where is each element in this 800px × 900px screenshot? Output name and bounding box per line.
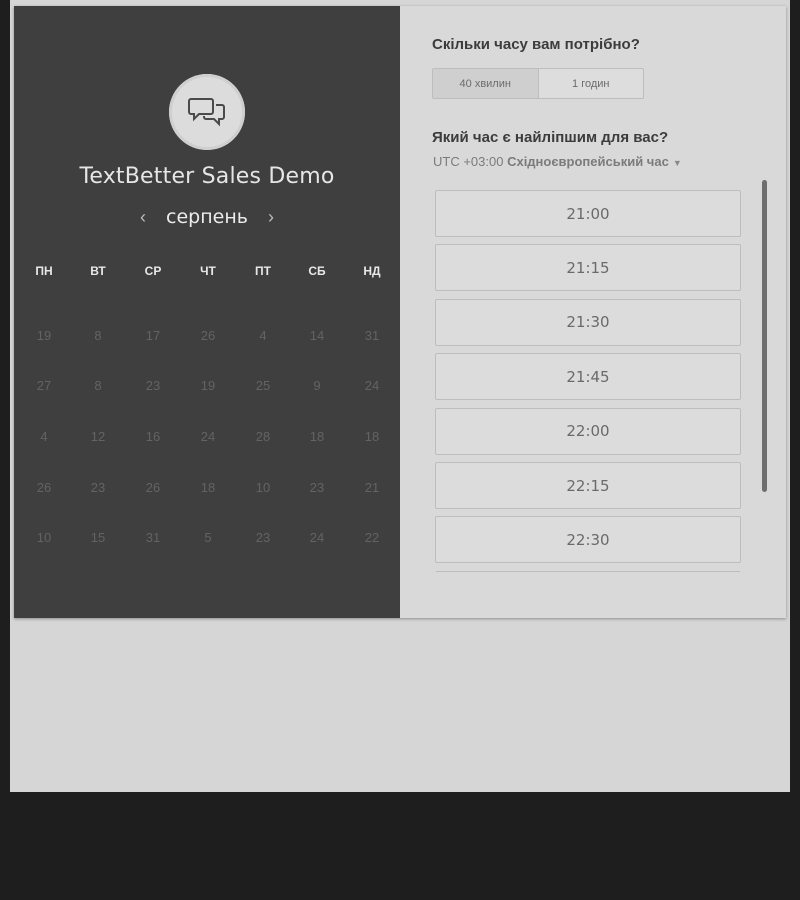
calendar-day: 18 <box>309 429 325 444</box>
time-slot[interactable]: 21:00 <box>435 190 741 237</box>
calendar-grid: 19 8 17 26 4 14 31 27 8 23 19 25 9 24 4 12 16 24 28 18 18 26 2… <box>14 6 400 618</box>
time-slot-list: 21:00 21:15 21:30 21:45 22:00 22:15 22:30 <box>435 184 741 572</box>
timezone-selector[interactable]: UTC +03:00 Східноєвропейський час ▼ <box>433 154 682 169</box>
calendar-day: 14 <box>309 328 325 343</box>
time-slot[interactable]: 21:45 <box>435 353 741 401</box>
time-panel: Скільки часу вам потрібно? 40 хвилин 1 г… <box>400 6 786 618</box>
calendar-day: 4 <box>40 429 48 444</box>
timezone-offset: UTC +03:00 <box>433 154 504 169</box>
calendar-day: 19 <box>36 328 52 343</box>
calendar-day: 8 <box>94 328 102 343</box>
time-slot[interactable] <box>435 570 741 572</box>
duration-toggle: 40 хвилин 1 годин <box>432 68 644 99</box>
calendar-day: 31 <box>364 328 380 343</box>
calendar-day: 23 <box>255 530 271 545</box>
calendar-day: 23 <box>90 480 106 495</box>
calendar-day: 21 <box>364 480 380 495</box>
calendar-day: 24 <box>364 378 380 393</box>
calendar-day: 12 <box>90 429 106 444</box>
calendar-day: 23 <box>309 480 325 495</box>
time-slot[interactable]: 22:30 <box>435 516 741 564</box>
time-slot[interactable]: 21:15 <box>435 244 741 292</box>
calendar-day: 23 <box>145 378 161 393</box>
calendar-day: 18 <box>200 480 216 495</box>
duration-question: Скільки часу вам потрібно? <box>432 36 640 53</box>
time-slot[interactable]: 21:30 <box>435 298 741 346</box>
scrollbar[interactable] <box>762 180 767 492</box>
calendar-day: 16 <box>145 429 161 444</box>
time-slot[interactable]: 22:00 <box>435 407 741 455</box>
calendar-day: 26 <box>200 328 216 343</box>
calendar-day: 22 <box>364 530 380 545</box>
calendar-day: 28 <box>255 429 271 444</box>
timezone-name: Східноєвропейський час <box>507 154 669 169</box>
calendar-day: 19 <box>200 378 216 393</box>
duration-option-40min[interactable]: 40 хвилин <box>433 69 539 98</box>
caret-down-icon: ▼ <box>672 158 682 168</box>
calendar-day: 8 <box>94 378 102 393</box>
calendar-day: 5 <box>204 530 212 545</box>
time-slot[interactable]: 22:15 <box>435 462 741 509</box>
calendar-day: 25 <box>255 378 271 393</box>
calendar-day: 24 <box>200 429 216 444</box>
duration-option-1h[interactable]: 1 годин <box>539 69 644 98</box>
calendar-day: 4 <box>259 328 267 343</box>
calendar-panel: TextBetter Sales Demo ‹ серпень › ПН ВТ СР… <box>14 6 400 618</box>
calendar-day: 15 <box>90 530 106 545</box>
calendar-day: 17 <box>145 328 161 343</box>
calendar-day: 26 <box>36 480 52 495</box>
calendar-day: 31 <box>145 530 161 545</box>
calendar-day: 10 <box>255 480 271 495</box>
calendar-day: 10 <box>36 530 52 545</box>
time-question: Який час є найліпшим для вас? <box>432 129 669 146</box>
calendar-day: 18 <box>364 429 380 444</box>
calendar-day: 24 <box>309 530 325 545</box>
scheduler-card: TextBetter Sales Demo ‹ серпень › ПН ВТ СР… <box>14 6 786 618</box>
calendar-day: 9 <box>313 378 321 393</box>
calendar-day: 26 <box>145 480 161 495</box>
calendar-day: 27 <box>36 378 52 393</box>
